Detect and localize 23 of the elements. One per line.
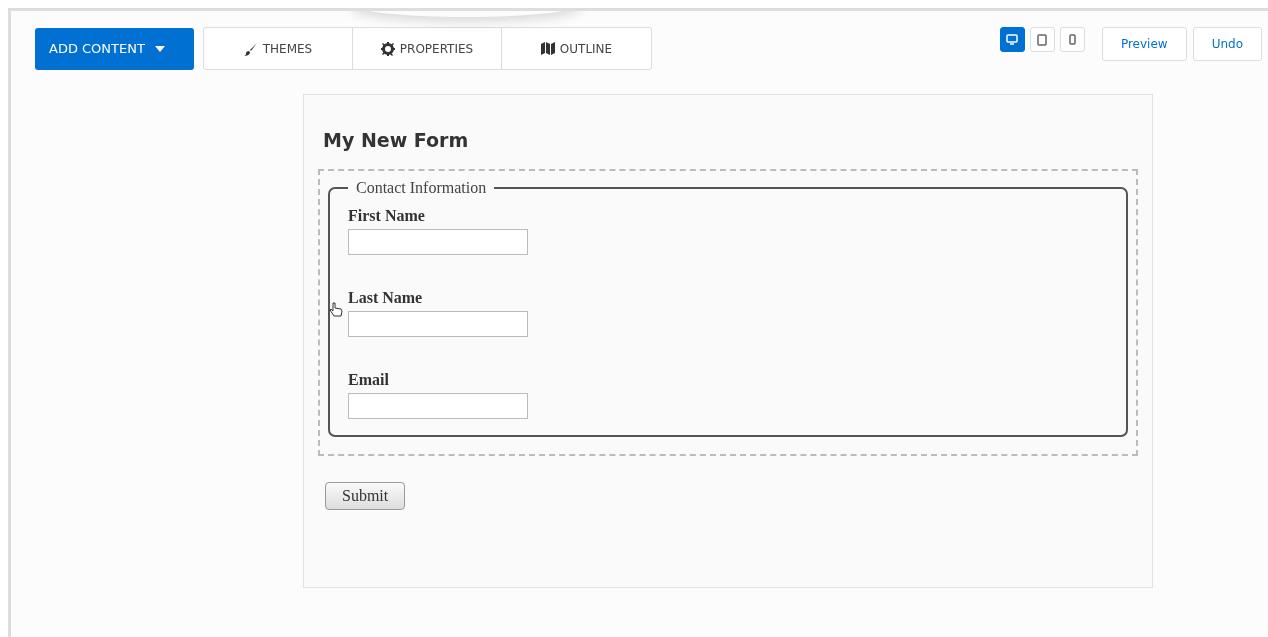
map-icon xyxy=(540,42,555,55)
add-content-button[interactable]: ADD CONTENT xyxy=(35,27,194,70)
input-field[interactable] xyxy=(348,393,528,419)
toolbar-tab[interactable]: OUTLINE xyxy=(502,28,651,69)
field-label: First Name xyxy=(348,207,426,225)
toolbar-tab[interactable]: PROPERTIES xyxy=(353,28,502,69)
hand-cursor-icon xyxy=(329,302,343,317)
toolbar-button[interactable]: Preview xyxy=(1101,27,1187,61)
form-title: My New Form xyxy=(323,129,470,151)
phone-icon xyxy=(1068,34,1076,45)
field-label: Email xyxy=(348,371,390,389)
caret-icon xyxy=(154,45,165,52)
monitor-icon xyxy=(1006,34,1019,45)
fieldset-legend: Contact Information xyxy=(348,179,495,197)
gear-icon xyxy=(380,41,395,56)
toolbar-tab[interactable]: THEMES xyxy=(204,28,353,69)
tablet-icon xyxy=(1037,33,1048,46)
input-field[interactable] xyxy=(348,311,528,337)
field-label: Last Name xyxy=(348,289,424,307)
input-field[interactable] xyxy=(348,229,528,255)
device-toggle[interactable] xyxy=(999,27,1025,52)
toolbar-button[interactable]: Undo xyxy=(1192,27,1262,61)
submit-button[interactable]: Submit xyxy=(325,482,406,510)
